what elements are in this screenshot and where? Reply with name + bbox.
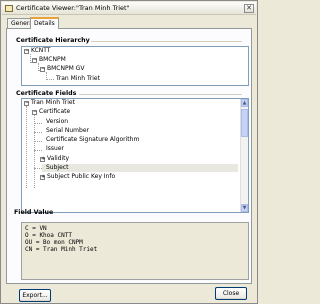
tree-connector [26, 106, 27, 188]
hierarchy-item-bmcnpm[interactable]: BMCNPM [39, 56, 66, 64]
field-item-issuer[interactable]: Issuer [46, 145, 64, 153]
title-bar: Certificate Viewer:"Tran Minh Triet" ✕ [2, 2, 256, 15]
tree-connector [34, 132, 42, 133]
field-item-subject-public-key-info[interactable]: Subject Public Key Info [47, 173, 115, 181]
field-value-line: O = Khoa CNTT [25, 232, 72, 239]
field-item-serial-number[interactable]: Serial Number [46, 127, 89, 135]
certificate-fields-tree[interactable]: − Tran Minh Triet − Certificate Version … [21, 98, 249, 213]
field-item-validity[interactable]: Validity [47, 155, 69, 163]
scroll-thumb[interactable] [241, 109, 248, 137]
field-item-root[interactable]: Tran Minh Triet [31, 99, 75, 107]
tree-connector [34, 115, 35, 188]
collapse-icon[interactable]: − [32, 58, 37, 63]
field-value-line: C = VN [25, 225, 47, 232]
collapse-icon[interactable]: − [24, 49, 29, 54]
collapse-icon[interactable]: − [40, 67, 45, 72]
field-value-label: Field Value [14, 209, 54, 216]
certificate-icon [5, 5, 13, 12]
tree-connector [34, 150, 42, 151]
tree-connector [34, 123, 42, 124]
tree-connector [46, 79, 54, 80]
tree-connector [34, 141, 42, 142]
close-button[interactable]: Close [215, 287, 247, 300]
expand-icon[interactable]: + [40, 157, 45, 162]
collapse-icon[interactable]: − [24, 101, 29, 106]
details-panel: Certificate Hierarchy − KCNTT − BMCNPM −… [6, 28, 252, 302]
hierarchy-item-kcntt[interactable]: KCNTT [31, 47, 51, 55]
tab-details[interactable]: Details [30, 17, 59, 29]
certificate-hierarchy-tree[interactable]: − KCNTT − BMCNPM − BMCNPM GV Tran Minh T… [21, 46, 249, 86]
certificate-viewer-window: Certificate Viewer:"Tran Minh Triet" ✕ G… [0, 0, 258, 304]
field-item-version[interactable]: Version [46, 118, 68, 126]
certificate-fields-label: Certificate Fields [16, 90, 77, 97]
scroll-down-button[interactable]: ▼ [241, 204, 248, 212]
field-item-certificate[interactable]: Certificate [39, 108, 70, 116]
export-button[interactable]: Export... [19, 289, 51, 302]
tree-connector [34, 168, 42, 169]
hierarchy-item-bmcnpm-gv[interactable]: BMCNPM GV [47, 65, 84, 73]
certificate-hierarchy-label: Certificate Hierarchy [16, 37, 90, 44]
hierarchy-item-tran-minh-triet[interactable]: Tran Minh Triet [56, 75, 100, 83]
field-value-box[interactable]: C = VN O = Khoa CNTT OU = Bo mon CNPM CN… [21, 222, 249, 280]
window-title: Certificate Viewer:"Tran Minh Triet" [16, 4, 130, 12]
fields-scrollbar[interactable]: ▲ ▼ [240, 99, 248, 212]
expand-icon[interactable]: + [40, 175, 45, 180]
field-value-line: CN = Tran Minh Triet [25, 246, 98, 253]
section-divider [79, 94, 242, 95]
field-item-subject[interactable]: Subject [42, 164, 238, 172]
scroll-up-button[interactable]: ▲ [241, 99, 248, 107]
section-divider [91, 41, 242, 42]
collapse-icon[interactable]: − [32, 110, 37, 115]
close-window-button[interactable]: ✕ [244, 4, 254, 13]
field-value-line: OU = Bo mon CNPM [25, 239, 83, 246]
field-item-signature-algorithm[interactable]: Certificate Signature Algorithm [46, 136, 139, 144]
